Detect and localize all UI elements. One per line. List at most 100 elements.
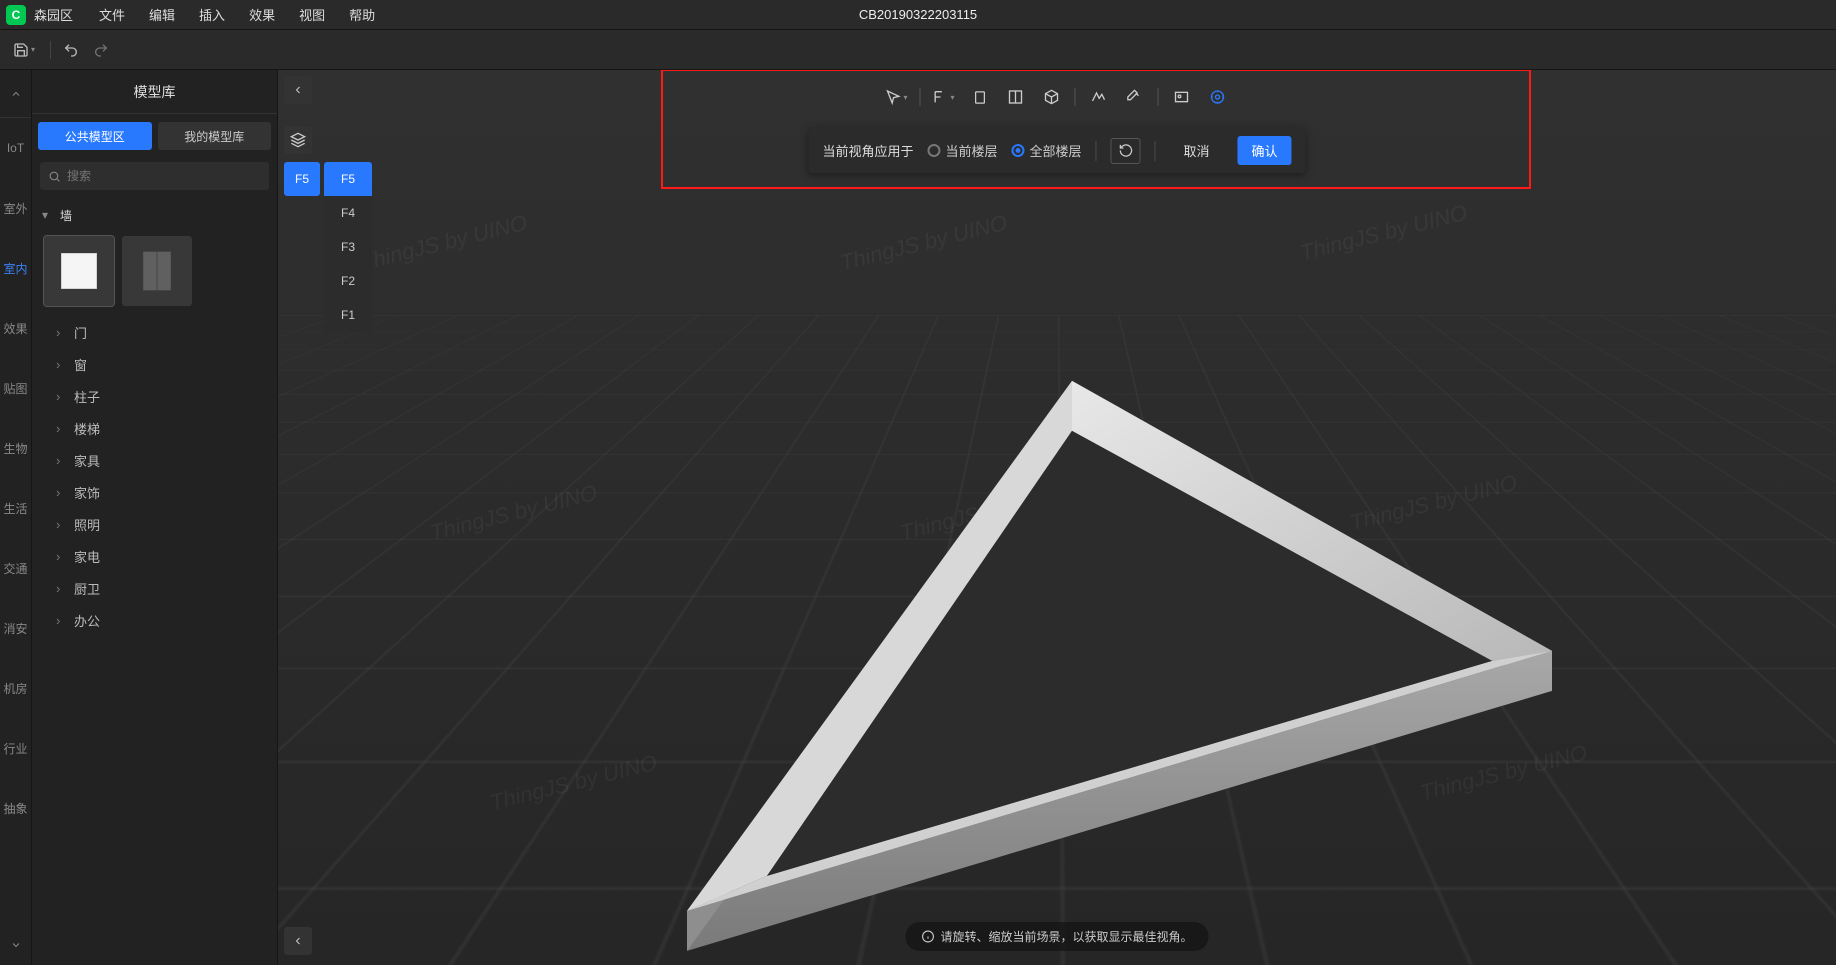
separator [1096, 141, 1097, 161]
panel-collapse-button[interactable] [284, 76, 312, 104]
app-logo: C [6, 5, 26, 25]
rail-traffic[interactable]: 交通 [0, 538, 31, 598]
separator [920, 88, 921, 106]
view-apply-dialog: 当前视角应用于 当前楼层 全部楼层 取消 确认 [808, 128, 1305, 173]
model-thumb-1[interactable] [44, 236, 114, 306]
undo-button[interactable] [59, 38, 83, 62]
hint-bar: 请旋转、缩放当前场景，以获取显示最佳视角。 [905, 922, 1208, 951]
category-label: 墙 [60, 207, 72, 224]
tab-public-models[interactable]: 公共模型区 [38, 122, 152, 150]
app-name: 森园区 [34, 5, 73, 24]
panel-collapse-bottom-button[interactable] [284, 927, 312, 955]
radio-all-floors[interactable]: 全部楼层 [1011, 141, 1081, 160]
radio-current-floor[interactable]: 当前楼层 [927, 141, 997, 160]
chevron-right-icon: › [56, 421, 68, 436]
camera-view-tool[interactable] [1201, 82, 1235, 112]
reset-view-button[interactable] [1111, 138, 1141, 164]
menu-insert[interactable]: 插入 [187, 5, 237, 24]
rail-texture[interactable]: 贴图 [0, 358, 31, 418]
confirm-button[interactable]: 确认 [1238, 136, 1292, 165]
floor-current[interactable]: F5 [284, 162, 320, 196]
wall-tool[interactable]: ▾ [927, 82, 961, 112]
chevron-right-icon: › [56, 581, 68, 596]
menubar: C 森园区 文件 编辑 插入 效果 视图 帮助 CB20190322203115 [0, 0, 1836, 30]
rail-room[interactable]: 机房 [0, 658, 31, 718]
rail-collapse-icon[interactable] [0, 70, 31, 118]
search-input[interactable] [67, 169, 261, 183]
category-furniture[interactable]: ›家具 [56, 444, 267, 476]
tab-my-models[interactable]: 我的模型库 [158, 122, 272, 150]
floor-selector: F5 [284, 162, 320, 196]
rail-expand-icon[interactable] [0, 925, 31, 965]
floor-f3[interactable]: F3 [324, 230, 372, 264]
separator [1075, 88, 1076, 106]
category-appliance[interactable]: ›家电 [56, 540, 267, 572]
rail-indoor[interactable]: 室内 [0, 238, 31, 298]
library-title: 模型库 [32, 70, 277, 114]
layers-button[interactable] [284, 126, 312, 154]
floor-f2[interactable]: F2 [324, 264, 372, 298]
chevron-right-icon: › [56, 325, 68, 340]
redo-button[interactable] [89, 38, 113, 62]
path-tool[interactable] [1082, 82, 1116, 112]
chevron-right-icon: › [56, 549, 68, 564]
hint-text: 请旋转、缩放当前场景，以获取显示最佳视角。 [940, 928, 1192, 945]
save-button[interactable]: ▾ [12, 38, 36, 62]
menu-help[interactable]: 帮助 [337, 5, 387, 24]
chevron-right-icon: › [56, 389, 68, 404]
cancel-button[interactable]: 取消 [1170, 136, 1224, 165]
model-thumb-2[interactable] [122, 236, 192, 306]
floor-f4[interactable]: F4 [324, 196, 372, 230]
category-window[interactable]: ›窗 [56, 348, 267, 380]
search-box[interactable] [40, 162, 269, 190]
rail-outdoor[interactable]: 室外 [0, 178, 31, 238]
menu-view[interactable]: 视图 [287, 5, 337, 24]
category-kitchen[interactable]: ›厨卫 [56, 572, 267, 604]
split-tool[interactable] [999, 82, 1033, 112]
chevron-right-icon: › [56, 613, 68, 628]
chevron-down-icon: ▾ [42, 208, 54, 222]
rail-fire[interactable]: 消安 [0, 598, 31, 658]
floor-dropdown: F5 F4 F3 F2 F1 [324, 162, 372, 332]
cube-tool[interactable] [1035, 82, 1069, 112]
scene-geometry [557, 250, 1557, 953]
info-icon [921, 930, 934, 943]
menu-edit[interactable]: 编辑 [137, 5, 187, 24]
rail-effect[interactable]: 效果 [0, 298, 31, 358]
library-panel: 模型库 公共模型区 我的模型库 ▾ 墙 ›门 › [32, 70, 278, 965]
category-pillar[interactable]: ›柱子 [56, 380, 267, 412]
rail-industry[interactable]: 行业 [0, 718, 31, 778]
chevron-right-icon: › [56, 357, 68, 372]
rail-bio[interactable]: 生物 [0, 418, 31, 478]
paint-tool[interactable] [1118, 82, 1152, 112]
select-tool[interactable]: ▾ [880, 82, 914, 112]
watermark: ThingJS by UINO [357, 210, 529, 277]
rail-abstract[interactable]: 抽象 [0, 778, 31, 838]
separator [1158, 88, 1159, 106]
category-decor[interactable]: ›家饰 [56, 476, 267, 508]
chevron-right-icon: › [56, 517, 68, 532]
left-rail: IoT 室外 室内 效果 贴图 生物 生活 交通 消安 机房 行业 抽象 [0, 70, 32, 965]
dialog-label: 当前视角应用于 [822, 141, 913, 160]
box-tool[interactable] [963, 82, 997, 112]
viewport-3d[interactable]: ThingJS by UINO ThingJS by UINO ThingJS … [278, 70, 1836, 965]
rail-life[interactable]: 生活 [0, 478, 31, 538]
chevron-right-icon: › [56, 453, 68, 468]
document-title: CB20190322203115 [859, 7, 977, 22]
menu-effect[interactable]: 效果 [237, 5, 287, 24]
category-stairs[interactable]: ›楼梯 [56, 412, 267, 444]
viewport-tool-strip: ▾ ▾ [874, 80, 1241, 114]
toolbar: ▾ [0, 30, 1836, 70]
category-wall[interactable]: ▾ 墙 [42, 200, 267, 230]
floor-f1[interactable]: F1 [324, 298, 372, 332]
separator [1155, 141, 1156, 161]
category-office[interactable]: ›办公 [56, 604, 267, 636]
rail-iot[interactable]: IoT [0, 118, 31, 178]
frame-tool[interactable] [1165, 82, 1199, 112]
menu-file[interactable]: 文件 [87, 5, 137, 24]
category-door[interactable]: ›门 [56, 316, 267, 348]
chevron-right-icon: › [56, 485, 68, 500]
separator [50, 41, 51, 59]
floor-f5[interactable]: F5 [324, 162, 372, 196]
category-light[interactable]: ›照明 [56, 508, 267, 540]
